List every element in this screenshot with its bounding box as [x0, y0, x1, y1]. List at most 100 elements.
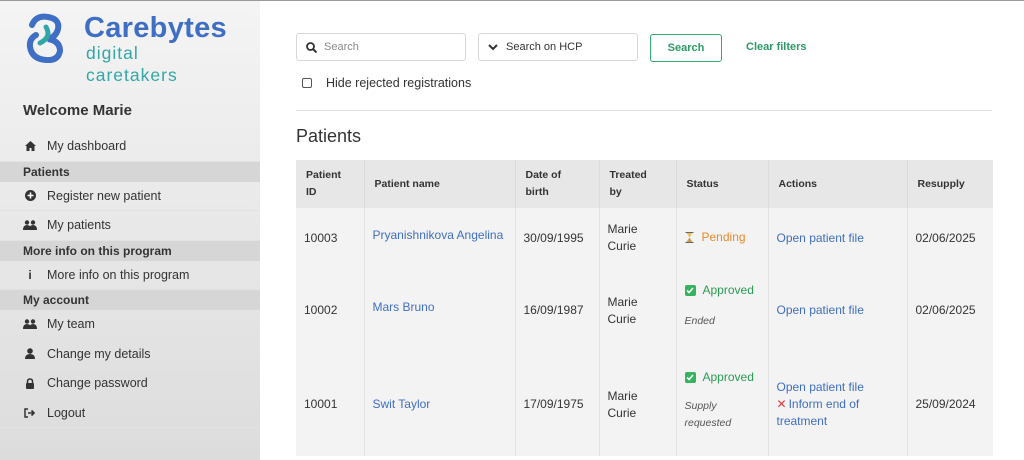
- status-note: Ended: [684, 315, 715, 327]
- patient-name-link[interactable]: Pryanishnikova Angelina: [364, 208, 516, 268]
- sidebar-item-label: Change password: [47, 376, 148, 391]
- sidebar-item-dashboard[interactable]: My dashboard: [0, 132, 260, 162]
- column-header: Status: [676, 160, 769, 208]
- column-header: Patient ID: [296, 160, 365, 208]
- inform-end-of-treatment-link[interactable]: ✕ Inform end of treatment: [777, 396, 899, 430]
- patient-id: 10003: [296, 208, 365, 268]
- patient-dob: 16/09/1987: [515, 268, 600, 353]
- close-icon: ✕: [776, 397, 787, 411]
- treated-by: Marie Curie: [599, 353, 677, 456]
- sidebar-item-label: My team: [47, 317, 95, 332]
- status-label: Pending: [701, 229, 746, 244]
- sidebar-item-label: Logout: [47, 405, 86, 420]
- sidebar-item-label: Register new patient: [47, 188, 161, 203]
- patient-name[interactable]: Swit Taylor: [373, 397, 431, 411]
- brand-tagline: digital caretakers: [86, 43, 178, 85]
- resupply-date: 25/09/2024: [915, 397, 976, 411]
- status-badge: Pending: [685, 229, 746, 246]
- patients-table-container: Patient ID Patient name Date of birth Tr…: [296, 160, 993, 456]
- status-note: Supply requested: [684, 400, 732, 429]
- sidebar-item-change-details[interactable]: Change my details: [0, 340, 260, 369]
- info-icon: i: [28, 267, 32, 282]
- actions-cell: Open patient file: [768, 268, 908, 353]
- table-row: 10001 Swit Taylor 17/09/1975 Marie Curie…: [296, 353, 993, 456]
- actions-cell: Open patient file: [768, 208, 908, 268]
- lock-icon: [23, 377, 37, 389]
- search-icon: [306, 41, 317, 53]
- patient-name-link[interactable]: Mars Bruno: [364, 268, 516, 353]
- search-field[interactable]: [296, 33, 466, 61]
- hide-rejected-label: Hide rejected registrations: [326, 76, 472, 90]
- table-row: 10003 Pryanishnikova Angelina 30/09/1995…: [296, 208, 993, 268]
- column-header: Treated by: [599, 160, 677, 208]
- hide-rejected-checkbox[interactable]: [302, 78, 312, 88]
- sidebar-section-account: My account: [0, 290, 260, 310]
- users-icon: [23, 220, 37, 231]
- table-header-row: Patient ID Patient name Date of birth Tr…: [296, 160, 993, 208]
- patient-name[interactable]: Pryanishnikova Angelina: [373, 228, 504, 242]
- table-row: 10002 Mars Bruno 16/09/1987 Marie Curie …: [296, 268, 993, 353]
- status-cell: Pending: [676, 208, 769, 268]
- resupply-date: 02/06/2025: [915, 303, 976, 317]
- hcp-select[interactable]: Search on HCP: [478, 33, 638, 61]
- status-badge: Approved: [684, 369, 754, 386]
- column-header: Patient name: [364, 160, 516, 208]
- users-icon: [23, 319, 37, 330]
- column-header: Resupply: [907, 160, 993, 208]
- home-icon: [23, 141, 37, 152]
- chevron-down-icon: [488, 43, 498, 51]
- clear-filters-link[interactable]: Clear filters: [746, 41, 807, 53]
- patient-name-link[interactable]: Swit Taylor: [364, 353, 516, 456]
- search-button[interactable]: Search: [650, 34, 722, 62]
- sidebar-item-label: My dashboard: [47, 139, 127, 154]
- welcome-message: Welcome Marie: [23, 102, 132, 119]
- hourglass-icon: [685, 231, 694, 243]
- patients-table: Patient ID Patient name Date of birth Tr…: [296, 160, 993, 456]
- status-cell: Approved Supply requested: [676, 353, 769, 456]
- user-icon: [23, 348, 37, 360]
- hide-rejected-row[interactable]: Hide rejected registrations: [302, 76, 471, 90]
- sidebar-section-more-info: More info on this program: [0, 240, 260, 261]
- open-patient-file-link[interactable]: Open patient file: [777, 303, 864, 317]
- open-patient-file-link[interactable]: Open patient file: [777, 231, 864, 245]
- patient-dob: 30/09/1995: [515, 208, 600, 268]
- patient-id: 10001: [296, 353, 365, 456]
- sidebar-item-logout[interactable]: Logout: [0, 399, 260, 428]
- search-input[interactable]: [324, 41, 454, 53]
- treated-by: Marie Curie: [599, 268, 677, 353]
- actions-cell: Open patient file ✕ Inform end of treatme…: [768, 353, 908, 456]
- patient-dob: 17/09/1975: [515, 353, 600, 456]
- open-patient-file-link[interactable]: Open patient file: [777, 379, 899, 396]
- sidebar-item-my-team[interactable]: My team: [0, 310, 260, 340]
- sidebar-nav: My dashboard Patients Register new patie…: [0, 132, 260, 428]
- page-title: Patients: [296, 126, 362, 146]
- status-label: Approved: [702, 283, 754, 297]
- column-header: Actions: [768, 160, 908, 208]
- sidebar-item-register-patient[interactable]: Register new patient: [0, 182, 260, 211]
- patient-id: 10002: [296, 268, 365, 353]
- resupply-date: 02/06/2025: [915, 230, 976, 245]
- sidebar-item-label: Change my details: [47, 346, 151, 361]
- check-icon: [684, 285, 696, 296]
- status-cell: Approved Ended: [676, 268, 769, 353]
- sidebar-section-patients: Patients: [0, 161, 260, 182]
- sidebar-item-label: More info on this program: [47, 267, 190, 282]
- brand-name: Carebytes: [84, 12, 227, 44]
- plus-circle-icon: [23, 190, 37, 202]
- sidebar-item-label: My patients: [47, 218, 111, 233]
- status-label: Approved: [702, 370, 754, 384]
- sidebar-item-more-info[interactable]: i More info on this program: [0, 261, 260, 290]
- carebytes-logo[interactable]: Carebytes digital caretakers: [26, 12, 236, 85]
- sidebar: Carebytes digital caretakers Welcome Mar…: [0, 1, 260, 460]
- check-icon: [684, 372, 696, 383]
- sidebar-item-change-password[interactable]: Change password: [0, 369, 260, 399]
- inform-end-label: Inform end of treatment: [776, 397, 860, 428]
- column-header: Date of birth: [515, 160, 600, 208]
- logo-mark-icon: [26, 13, 64, 63]
- status-badge: Approved: [684, 282, 754, 299]
- sidebar-item-my-patients[interactable]: My patients: [0, 211, 260, 241]
- patient-name[interactable]: Mars Bruno: [373, 300, 435, 314]
- main-content: Search on HCP Search Clear filters Hide …: [260, 1, 1024, 460]
- divider: [296, 110, 992, 111]
- hcp-select-label: Search on HCP: [506, 41, 583, 53]
